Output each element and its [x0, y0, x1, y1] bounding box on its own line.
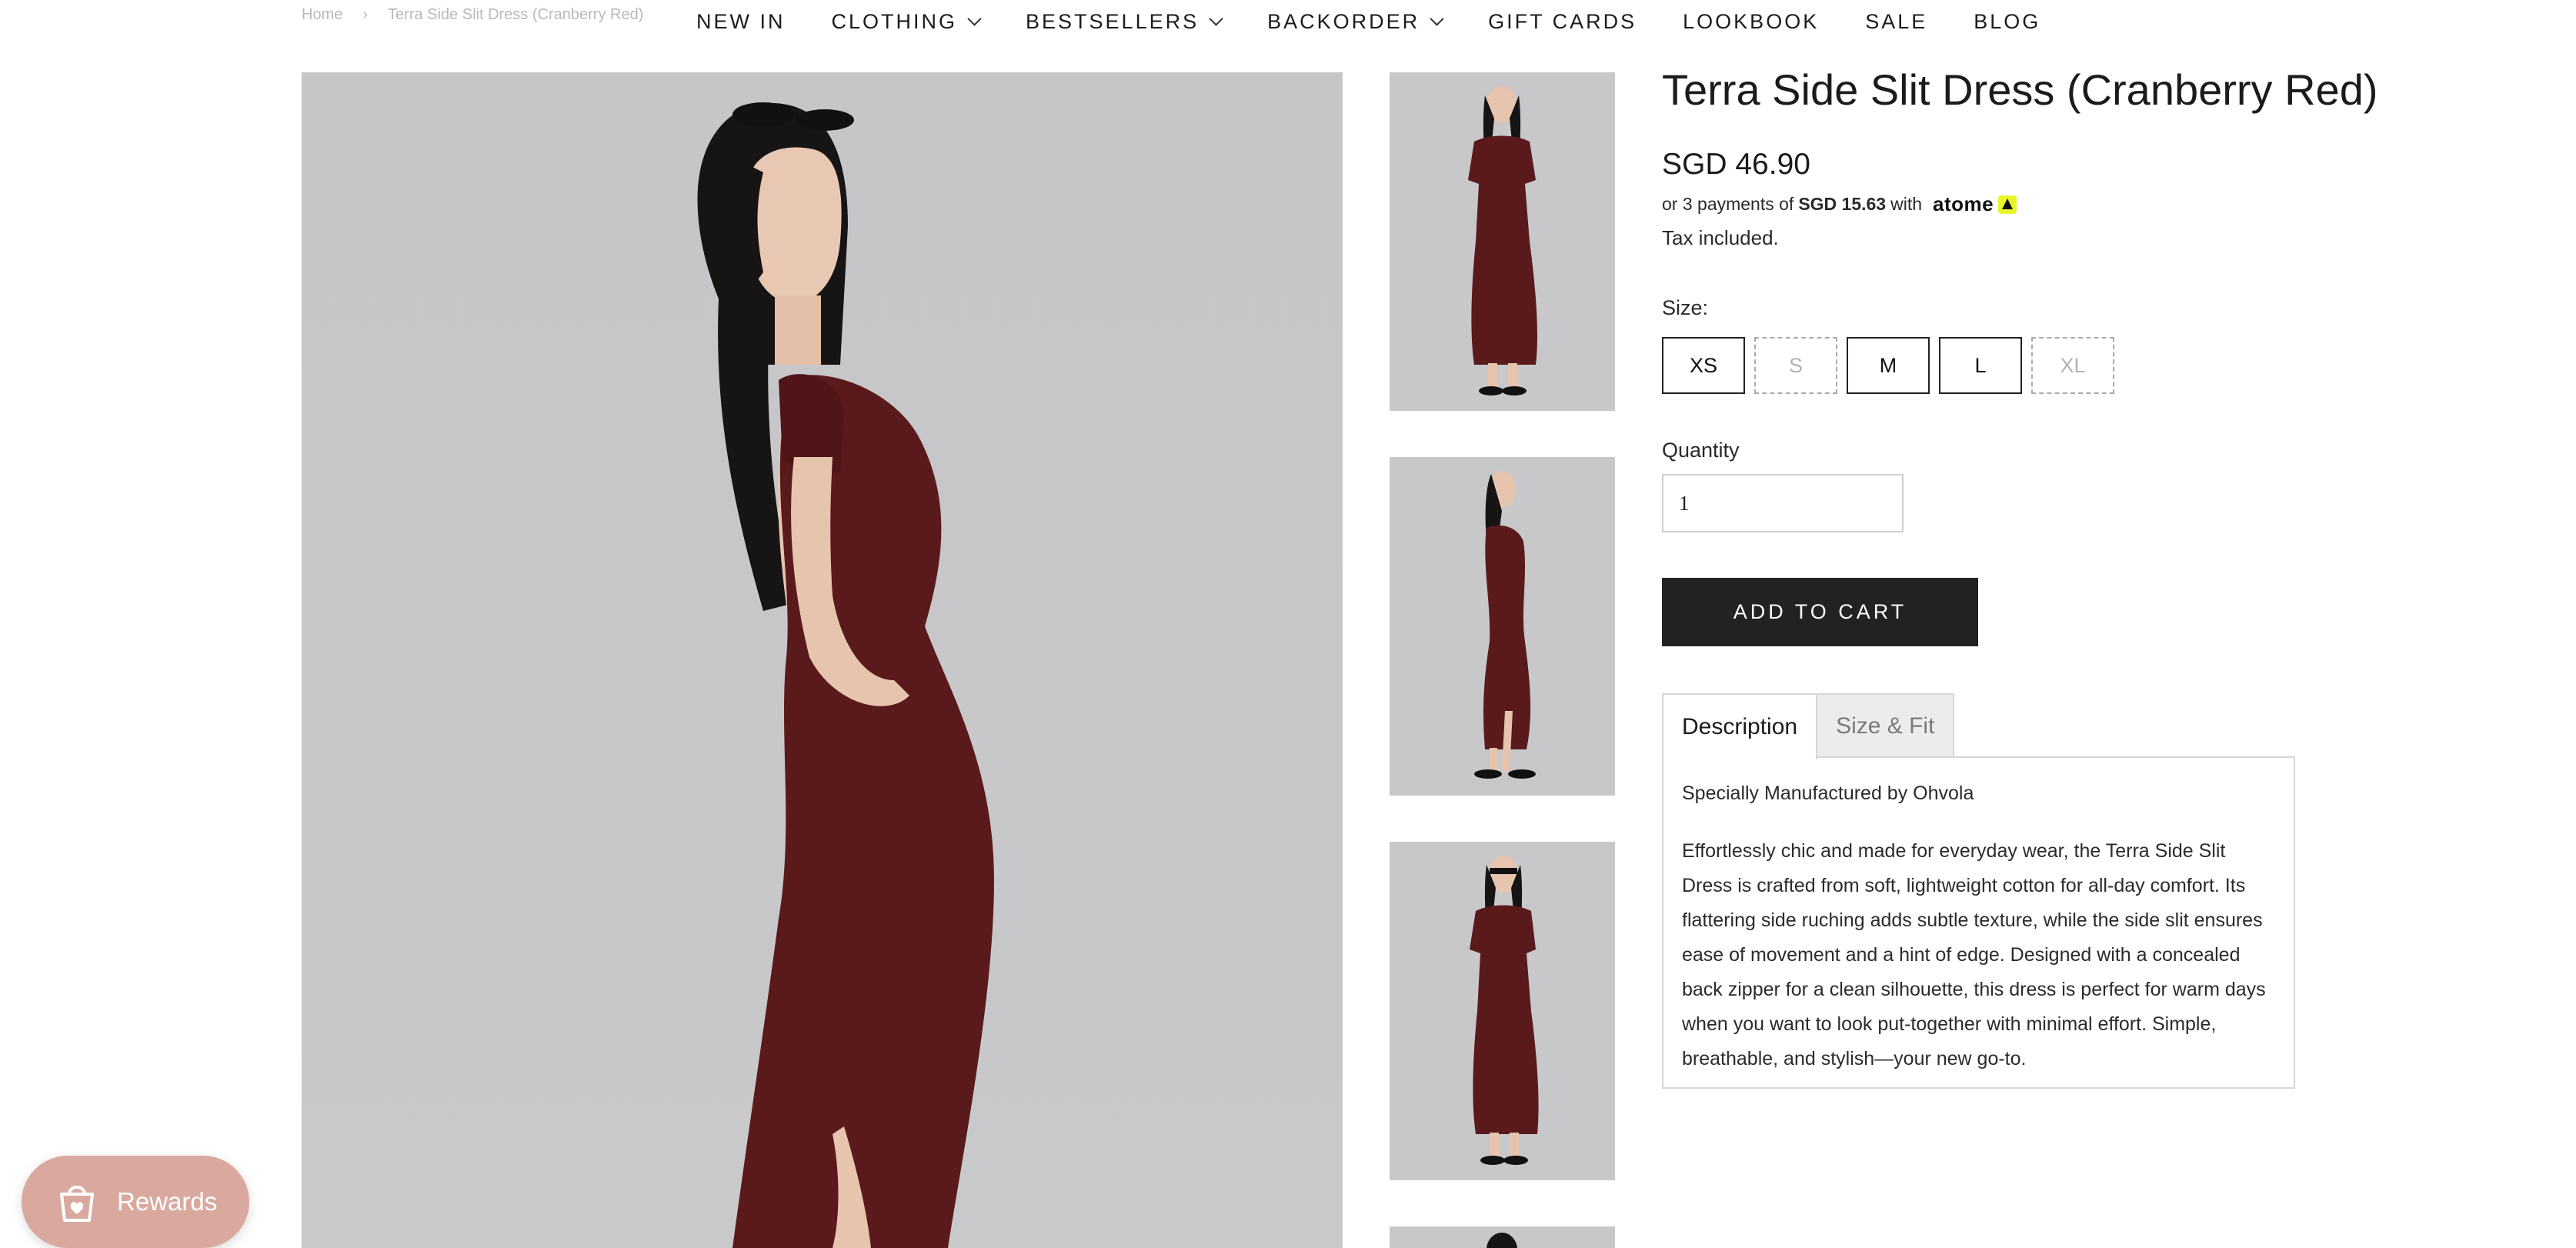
size-option-l[interactable]: L [1939, 337, 2022, 394]
size-option-xs[interactable]: XS [1662, 337, 1745, 394]
atome-logo[interactable]: atome [1933, 192, 1994, 216]
installment-prefix: or 3 payments of [1662, 194, 1794, 214]
nav-sale[interactable]: SALE [1865, 10, 1927, 34]
description-body: Effortlessly chic and made for everyday … [1682, 840, 2266, 1069]
thumbnail-illustration [1474, 471, 1536, 779]
chevron-down-icon [1209, 11, 1223, 26]
thumbnail-illustration [1487, 1233, 1517, 1248]
description-heading: Specially Manufactured by Ohvola [1682, 783, 1974, 804]
nav-new-in[interactable]: NEW IN [696, 10, 786, 34]
shopping-bag-heart-icon [60, 1186, 94, 1222]
breadcrumb: Home › Terra Side Slit Dress (Cranberry Re… [302, 6, 643, 24]
add-to-cart-button[interactable]: ADD TO CART [1662, 578, 1978, 646]
rewards-button[interactable]: Rewards [22, 1156, 249, 1248]
nav-label: NEW IN [696, 9, 786, 33]
installment-suffix: with [1890, 194, 1923, 214]
chevron-down-icon [967, 11, 982, 26]
nav-clothing[interactable]: CLOTHING [831, 9, 982, 34]
quantity-label: Quantity [1662, 439, 1740, 462]
size-label: Size: [1662, 296, 1709, 319]
nav-label: BLOG [1974, 9, 2041, 33]
nav-gift-cards[interactable]: GIFT CARDS [1488, 10, 1637, 34]
size-option-s[interactable]: S [1754, 337, 1837, 394]
size-option-m[interactable]: M [1847, 337, 1930, 394]
atome-icon [1998, 195, 2017, 214]
product-price: SGD 46.90 [1662, 148, 1810, 181]
tab-size-fit[interactable]: Size & Fit [1817, 693, 1955, 758]
thumbnail-illustration [1468, 86, 1538, 395]
product-thumbnail-1[interactable] [1390, 72, 1615, 411]
nav-blog[interactable]: BLOG [1974, 10, 2040, 34]
chevron-down-icon [1430, 11, 1444, 26]
quantity-input[interactable] [1662, 474, 1904, 532]
thumbnail-illustration [1470, 856, 1539, 1165]
nav-label: CLOTHING [831, 9, 958, 33]
nav-lookbook[interactable]: LOOKBOOK [1683, 10, 1819, 34]
product-thumbnail-2[interactable] [1390, 457, 1615, 796]
size-selector: XS S M L XL [1662, 337, 2124, 394]
tax-note: Tax included. [1662, 226, 1779, 249]
main-navigation: NEW IN CLOTHING BESTSELLERS BACKORDER GI… [696, 6, 2087, 37]
breadcrumb-separator: › [362, 6, 369, 23]
breadcrumb-current: Terra Side Slit Dress (Cranberry Red) [388, 6, 644, 23]
product-thumbnail-3[interactable] [1390, 842, 1615, 1180]
nav-label: BESTSELLERS [1026, 9, 1200, 33]
breadcrumb-home-link[interactable]: Home [302, 6, 342, 24]
main-product-image[interactable] [302, 72, 1343, 1248]
product-thumbnail-4[interactable] [1390, 1226, 1615, 1248]
tab-description[interactable]: Description [1662, 693, 1818, 759]
nav-label: SALE [1865, 9, 1928, 33]
model-illustration [697, 102, 994, 1248]
nav-label: GIFT CARDS [1488, 9, 1637, 33]
installment-amount: SGD 15.63 [1798, 194, 1887, 214]
product-tabs: Description Size & Fit [1662, 693, 1955, 759]
description-panel: Specially Manufactured by Ohvola Effortl… [1662, 756, 2295, 1089]
nav-bestsellers[interactable]: BESTSELLERS [1026, 9, 1223, 34]
rewards-label: Rewards [117, 1187, 218, 1216]
nav-label: BACKORDER [1267, 9, 1420, 33]
size-option-xl[interactable]: XL [2031, 337, 2114, 394]
product-title: Terra Side Slit Dress (Cranberry Red) [1662, 65, 2378, 114]
installment-info: or 3 payments of SGD 15.63 with atome [1662, 192, 2017, 216]
nav-backorder[interactable]: BACKORDER [1267, 9, 1444, 34]
nav-label: LOOKBOOK [1683, 9, 1820, 33]
